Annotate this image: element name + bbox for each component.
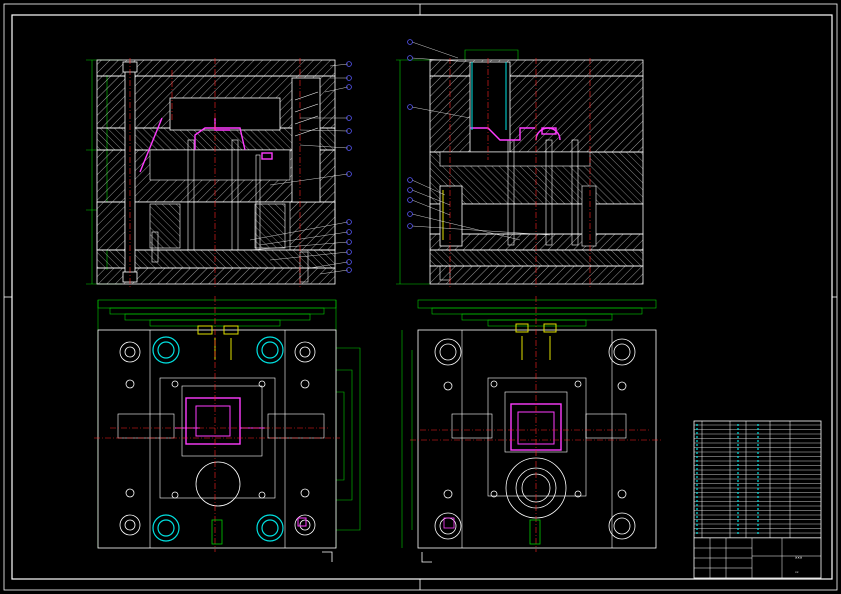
- balloon-markers-left: [346, 61, 352, 273]
- section-view-left: [86, 58, 352, 288]
- title-code-scale: ××: [795, 570, 799, 574]
- section-view-right: [396, 39, 644, 288]
- title-block: ××× ××: [693, 420, 822, 579]
- plan-view-right: [401, 296, 662, 563]
- balloon-markers-right: [407, 39, 413, 229]
- plan-view-left: [94, 296, 361, 562]
- cad-drawing-canvas: ××× ××: [3, 3, 838, 591]
- title-code-main: ×××: [795, 555, 803, 560]
